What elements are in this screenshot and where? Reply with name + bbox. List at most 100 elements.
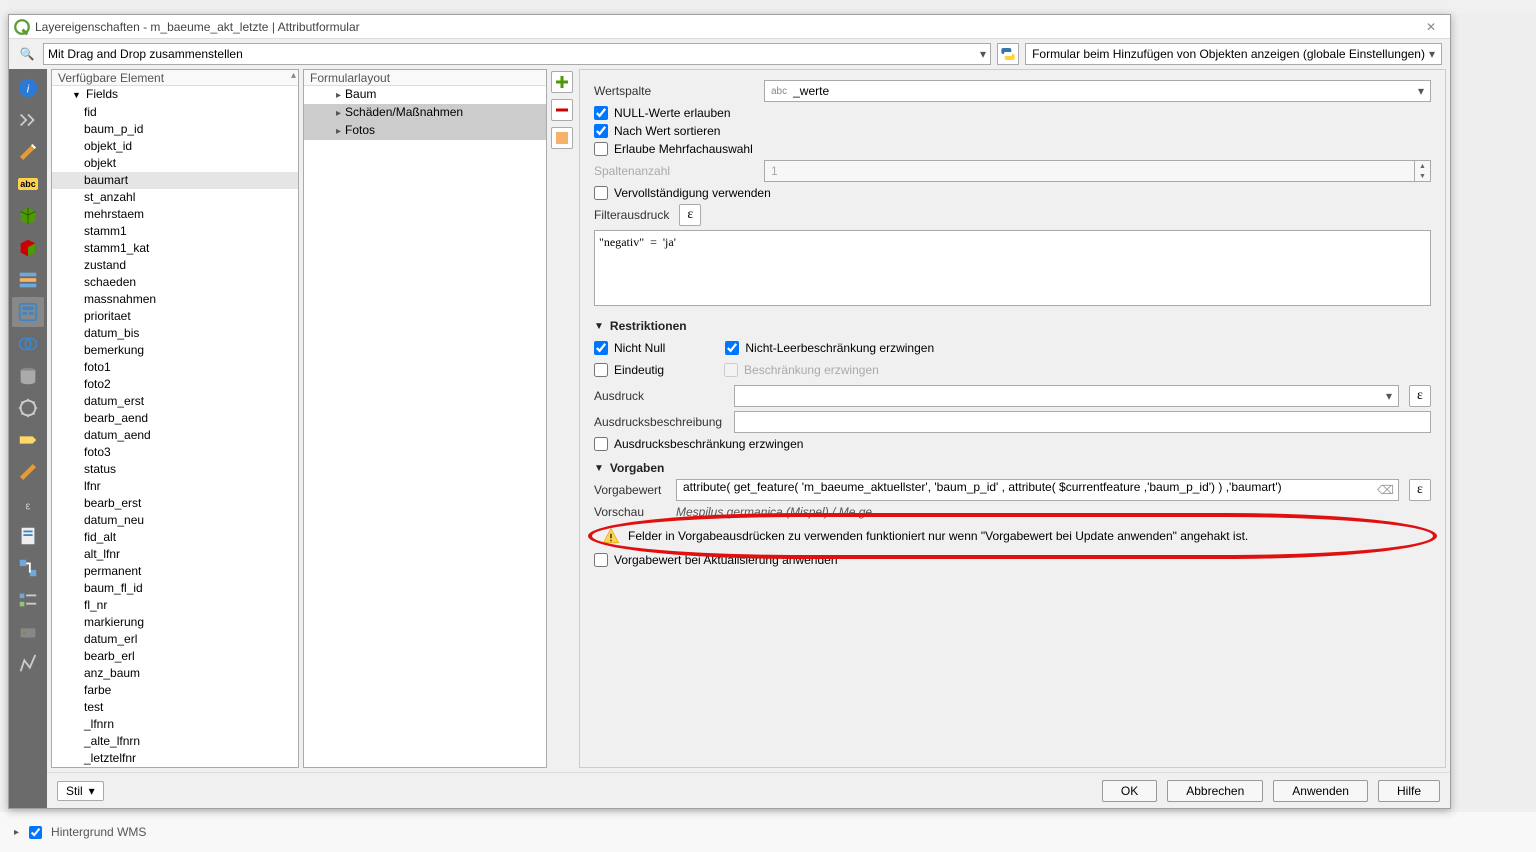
cat-auxiliary-storage[interactable] xyxy=(12,361,44,391)
field-item[interactable]: datum_bis xyxy=(52,325,298,342)
style-menu-button[interactable]: Stil▾ xyxy=(57,781,104,801)
constraint-expression-combo[interactable]: ▾ xyxy=(734,385,1399,407)
cat-3dview[interactable] xyxy=(12,201,44,231)
cat-metadata[interactable] xyxy=(12,521,44,551)
field-item[interactable]: datum_neu xyxy=(52,512,298,529)
expression-builder-button[interactable]: ε xyxy=(1409,479,1431,501)
expression-desc-input[interactable] xyxy=(734,411,1431,433)
field-item[interactable]: datum_erst xyxy=(52,393,298,410)
field-item[interactable]: anz_baum xyxy=(52,665,298,682)
field-item[interactable]: _alte_lfnrn xyxy=(52,733,298,750)
cat-rendering[interactable] xyxy=(12,457,44,487)
field-item[interactable]: fid_alt xyxy=(52,529,298,546)
allow-multi-checkbox[interactable]: Erlaube Mehrfachauswahl xyxy=(594,142,1431,156)
use-completion-checkbox[interactable]: Vervollständigung verwenden xyxy=(594,186,1431,200)
layer-visible-checkbox[interactable] xyxy=(29,826,42,839)
field-item[interactable]: _letztelfnr xyxy=(52,750,298,767)
null-allowed-checkbox[interactable]: NULL-Werte erlauben xyxy=(594,106,1431,120)
cat-source[interactable] xyxy=(12,105,44,135)
fields-root[interactable]: Fields xyxy=(52,86,298,104)
field-item[interactable]: bearb_erl xyxy=(52,648,298,665)
field-item[interactable]: foto3 xyxy=(52,444,298,461)
field-item[interactable]: prioritaet xyxy=(52,308,298,325)
scroll-up-icon[interactable]: ▴ xyxy=(291,70,296,81)
field-item[interactable]: test xyxy=(52,699,298,716)
field-item[interactable]: lfnr xyxy=(52,478,298,495)
field-item[interactable]: zustand xyxy=(52,257,298,274)
field-item[interactable]: foto1 xyxy=(52,359,298,376)
cat-dependencies[interactable] xyxy=(12,553,44,583)
default-value-input[interactable]: attribute( get_feature( 'm_baeume_aktuel… xyxy=(676,479,1399,501)
field-item[interactable]: objekt xyxy=(52,155,298,172)
layout-item[interactable]: Baum xyxy=(304,86,546,104)
unique-checkbox[interactable]: Eindeutig xyxy=(594,363,664,377)
spin-up[interactable]: ▲ xyxy=(1415,161,1430,171)
layout-tree[interactable]: BaumSchäden/MaßnahmenFotos xyxy=(304,86,546,767)
cat-digitizing[interactable] xyxy=(12,649,44,679)
field-item[interactable]: bemerkung xyxy=(52,342,298,359)
field-item[interactable]: st_anzahl xyxy=(52,189,298,206)
help-button[interactable]: Hilfe xyxy=(1378,780,1440,802)
field-item[interactable]: fid xyxy=(52,104,298,121)
cat-actions[interactable] xyxy=(12,393,44,423)
filter-expression-textarea[interactable] xyxy=(594,230,1431,306)
field-item[interactable]: markierung xyxy=(52,614,298,631)
field-item[interactable]: objekt_id xyxy=(52,138,298,155)
enforce-not-empty-checkbox[interactable]: Nicht-Leerbeschränkung erzwingen xyxy=(725,341,934,355)
layout-item[interactable]: Fotos xyxy=(304,122,546,140)
cat-joins[interactable] xyxy=(12,329,44,359)
field-item[interactable]: _lfnrn xyxy=(52,716,298,733)
value-column-combo[interactable]: abc _werte ▾ xyxy=(764,80,1431,102)
clear-icon[interactable]: ⌫ xyxy=(1377,483,1394,497)
cat-legend[interactable] xyxy=(12,585,44,615)
add-item-button[interactable] xyxy=(551,71,573,93)
field-item[interactable]: massnahmen xyxy=(52,291,298,308)
field-item[interactable]: datum_erl xyxy=(52,631,298,648)
sort-by-value-checkbox[interactable]: Nach Wert sortieren xyxy=(594,124,1431,138)
cat-fields[interactable] xyxy=(12,265,44,295)
close-button[interactable]: ✕ xyxy=(1416,18,1446,36)
editor-mode-combo[interactable]: Mit Drag and Drop zusammenstellen ▾ xyxy=(43,43,991,65)
field-item[interactable]: stamm1_kat xyxy=(52,240,298,257)
field-item[interactable]: baumart xyxy=(52,172,298,189)
cat-qgis-server[interactable] xyxy=(12,617,44,647)
apply-on-update-checkbox[interactable]: Vorgabewert bei Aktualisierung anwenden xyxy=(594,553,1431,567)
field-item[interactable]: bearb_aend xyxy=(52,410,298,427)
field-item[interactable]: fl_nr xyxy=(52,597,298,614)
field-item[interactable]: baum_p_id xyxy=(52,121,298,138)
spin-down[interactable]: ▼ xyxy=(1415,171,1430,181)
not-null-checkbox[interactable]: Nicht Null xyxy=(594,341,665,355)
field-item[interactable]: status xyxy=(52,461,298,478)
field-item[interactable]: baum_fl_id xyxy=(52,580,298,597)
remove-item-button[interactable] xyxy=(551,99,573,121)
available-tree[interactable]: Fieldsfidbaum_p_idobjekt_idobjektbaumart… xyxy=(52,86,298,767)
defaults-section-header[interactable]: Vorgaben xyxy=(594,461,1431,475)
field-item[interactable]: datum_aend xyxy=(52,427,298,444)
field-item[interactable]: foto2 xyxy=(52,376,298,393)
cat-variables[interactable]: ε xyxy=(12,489,44,519)
field-item[interactable]: permanent xyxy=(52,563,298,580)
ok-button[interactable]: OK xyxy=(1102,780,1157,802)
show-form-combo[interactable]: Formular beim Hinzufügen von Objekten an… xyxy=(1025,43,1442,65)
cat-labels[interactable]: abc xyxy=(12,169,44,199)
field-item[interactable]: mehrstaem xyxy=(52,206,298,223)
cat-attributes-form[interactable] xyxy=(12,297,44,327)
field-item[interactable]: alt_lfnr xyxy=(52,546,298,563)
cat-information[interactable]: i xyxy=(12,73,44,103)
cat-display[interactable] xyxy=(12,425,44,455)
field-item[interactable]: farbe xyxy=(52,682,298,699)
layout-item[interactable]: Schäden/Maßnahmen xyxy=(304,104,546,122)
invert-selection-button[interactable] xyxy=(551,127,573,149)
cancel-button[interactable]: Abbrechen xyxy=(1167,780,1263,802)
expression-builder-button[interactable]: ε xyxy=(1409,385,1431,407)
expression-builder-button[interactable]: ε xyxy=(679,204,701,226)
cat-symbology[interactable] xyxy=(12,137,44,167)
field-item[interactable]: bearb_erst xyxy=(52,495,298,512)
apply-button[interactable]: Anwenden xyxy=(1273,780,1368,802)
python-button[interactable] xyxy=(997,43,1019,65)
field-item[interactable]: stamm1 xyxy=(52,223,298,240)
restrictions-section-header[interactable]: Restriktionen xyxy=(594,319,1431,333)
enforce-expression-checkbox[interactable]: Ausdrucksbeschränkung erzwingen xyxy=(594,437,1431,451)
field-item[interactable]: schaeden xyxy=(52,274,298,291)
cat-diagrams[interactable] xyxy=(12,233,44,263)
